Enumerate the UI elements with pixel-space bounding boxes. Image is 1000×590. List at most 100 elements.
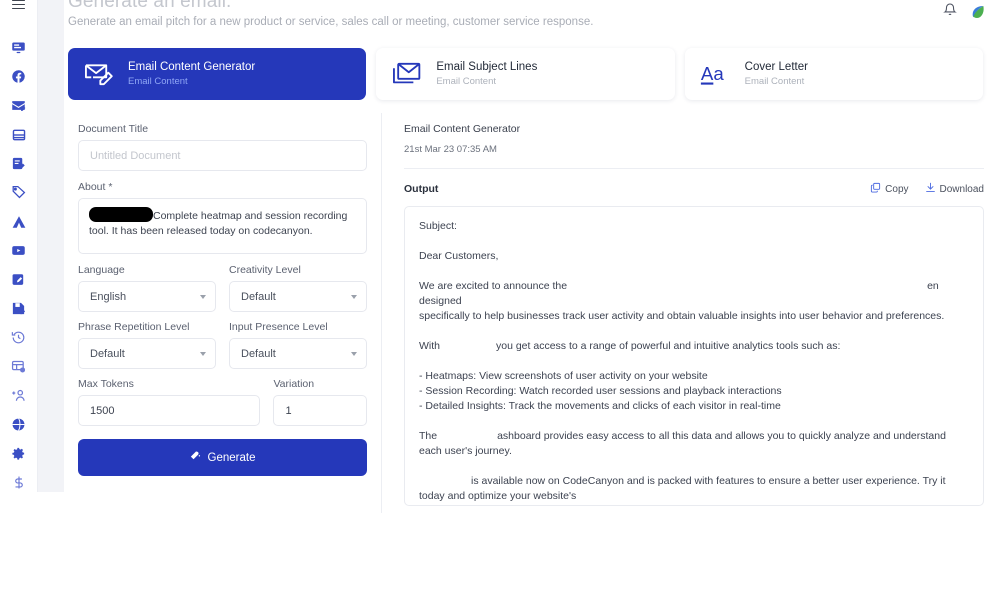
chevron-down-icon xyxy=(351,295,357,299)
brand-icon xyxy=(11,215,27,229)
output-bullet-2: - Session Recording: Watch recorded user… xyxy=(419,384,969,399)
generate-button[interactable]: Generate xyxy=(78,439,367,476)
chevron-down-icon xyxy=(351,352,357,356)
card-title: Email Content Generator xyxy=(128,61,255,74)
phrase-repetition-select[interactable]: Default xyxy=(78,338,216,369)
output-p4-part-a: is available now on CodeCanyon and is pa… xyxy=(419,475,946,502)
envelope-pencil-icon xyxy=(82,59,116,89)
svg-text:Aa: Aa xyxy=(701,62,724,83)
output-p1-part-c: specifically to help businesses track us… xyxy=(419,310,944,322)
note-edit-icon xyxy=(11,272,26,287)
generator-form: Document Title About * Complete heatmap … xyxy=(64,113,382,513)
max-tokens-input[interactable] xyxy=(78,395,260,426)
page-header: Generate an email. Generate an email pit… xyxy=(64,0,1000,32)
sidebar-nav-list xyxy=(0,33,38,497)
sidebar-item-saved[interactable] xyxy=(0,294,38,323)
content-panes: Document Title About * Complete heatmap … xyxy=(64,113,1000,513)
sidebar-item-add-user[interactable] xyxy=(0,381,38,410)
sidebar-gutter xyxy=(38,0,64,492)
copy-label: Copy xyxy=(885,184,908,195)
output-bullet-1: - Heatmaps: View screenshots of user act… xyxy=(419,369,969,384)
output-bullet-3: - Detailed Insights: Track the movements… xyxy=(419,399,969,414)
language-label: Language xyxy=(78,264,216,276)
sidebar-item-facebook[interactable] xyxy=(0,62,38,91)
sidebar-item-email[interactable] xyxy=(0,91,38,120)
document-edit-icon xyxy=(11,156,26,171)
generator-type-cards: Email Content Generator Email Content Em… xyxy=(64,32,1000,100)
input-presence-value: Default xyxy=(241,348,276,360)
output-p3-part-a: The xyxy=(419,430,437,442)
card-subtitle: Email Content xyxy=(745,76,808,87)
card-subtitle: Email Content xyxy=(436,76,537,87)
sidebar-item-global[interactable] xyxy=(0,410,38,439)
input-presence-label: Input Presence Level xyxy=(229,321,367,333)
facebook-icon xyxy=(11,69,26,84)
about-label: About * xyxy=(78,181,367,193)
document-title-input[interactable] xyxy=(78,140,367,171)
copy-button[interactable]: Copy xyxy=(870,182,908,196)
aa-text-icon: Aa xyxy=(699,59,733,89)
about-textarea[interactable]: Complete heatmap and session recording t… xyxy=(78,198,367,254)
sidebar-item-tags[interactable] xyxy=(0,178,38,207)
globe-icon xyxy=(11,417,26,432)
output-greeting: Dear Customers, xyxy=(419,249,969,264)
document-title-label: Document Title xyxy=(78,123,367,135)
hamburger-menu-icon[interactable] xyxy=(0,0,38,9)
chevron-down-icon xyxy=(200,295,206,299)
creativity-level-label: Creativity Level xyxy=(229,264,367,276)
add-user-icon xyxy=(11,388,27,403)
output-p2-part-a: With xyxy=(419,340,440,352)
redaction-block xyxy=(89,207,153,222)
creativity-level-select[interactable]: Default xyxy=(229,281,367,312)
sidebar-item-templates[interactable] xyxy=(0,120,38,149)
sidebar-item-billing[interactable] xyxy=(0,468,38,497)
download-icon xyxy=(925,182,936,196)
window-icon xyxy=(12,128,26,142)
output-paragraph-1: We are excited to announce theen designe… xyxy=(419,279,969,324)
download-button[interactable]: Download xyxy=(925,182,984,196)
output-panel: Email Content Generator 21st Mar 23 07:3… xyxy=(382,113,1000,513)
output-toolbar: Output Copy xyxy=(404,182,984,196)
sidebar-item-integrations[interactable] xyxy=(0,352,38,381)
output-paragraph-4: is available now on CodeCanyon and is pa… xyxy=(419,474,969,506)
output-paragraph-2: With you get access to a range of powerfu… xyxy=(419,339,969,354)
creativity-level-value: Default xyxy=(241,291,276,303)
grid-settings-icon xyxy=(11,359,26,374)
variation-label: Variation xyxy=(273,378,367,390)
output-p4-part-b: performance. xyxy=(419,505,481,506)
page-title: Generate an email. xyxy=(68,0,984,11)
card-subtitle: Email Content xyxy=(128,76,255,87)
dashboard-icon xyxy=(11,40,26,55)
variation-input[interactable] xyxy=(273,395,367,426)
language-select[interactable]: English xyxy=(78,281,216,312)
page-subtitle: Generate an email pitch for a new produc… xyxy=(68,15,984,29)
card-title: Email Subject Lines xyxy=(436,61,537,74)
card-email-subject-lines[interactable]: Email Subject Lines Email Content xyxy=(376,48,674,100)
tag-icon xyxy=(11,185,26,200)
sidebar-item-settings[interactable] xyxy=(0,439,38,468)
input-presence-select[interactable]: Default xyxy=(229,338,367,369)
envelope-stack-icon xyxy=(390,59,424,89)
dollar-icon xyxy=(12,475,26,490)
sidebar-item-video[interactable] xyxy=(0,236,38,265)
output-paragraph-3: Theashboard provides easy access to all … xyxy=(419,429,969,459)
download-label: Download xyxy=(940,184,984,195)
main-content: Generate an email. Generate an email pit… xyxy=(64,0,1000,492)
sidebar xyxy=(0,0,38,492)
output-doc-title: Email Content Generator xyxy=(404,123,984,135)
card-email-content-generator[interactable]: Email Content Generator Email Content xyxy=(68,48,366,100)
sidebar-item-documents[interactable] xyxy=(0,149,38,178)
sidebar-item-notes[interactable] xyxy=(0,265,38,294)
output-p2-part-b: you get access to a range of powerful an… xyxy=(496,340,840,352)
sidebar-item-history[interactable] xyxy=(0,323,38,352)
sidebar-item-dashboard[interactable] xyxy=(0,33,38,62)
app-root: Generate an email. Generate an email pit… xyxy=(0,0,1000,590)
output-p1-part-a: We are excited to announce the xyxy=(419,280,567,292)
save-edit-icon xyxy=(11,301,26,316)
card-title: Cover Letter xyxy=(745,61,808,74)
sidebar-item-brand[interactable] xyxy=(0,207,38,236)
card-cover-letter[interactable]: Aa Cover Letter Email Content xyxy=(685,48,983,100)
output-p3-part-b: ashboard provides easy access to all thi… xyxy=(419,430,946,457)
max-tokens-label: Max Tokens xyxy=(78,378,260,390)
output-text-body[interactable]: Subject: Dear Customers, We are excited … xyxy=(404,206,984,506)
